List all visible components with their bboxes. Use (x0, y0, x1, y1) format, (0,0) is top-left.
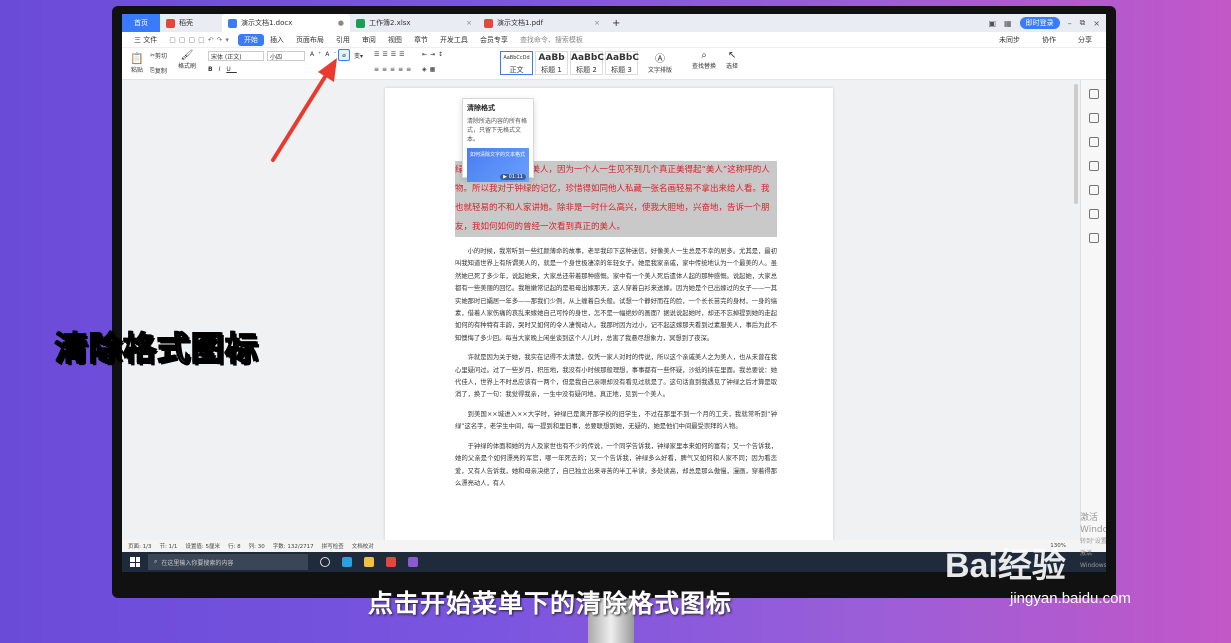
baidu-watermark: Bai经验 (945, 547, 1066, 585)
video-caption: 点击开始菜单下的清除格式图标 (368, 589, 733, 618)
overlay-title: 清除格式图标 (54, 328, 259, 369)
baidu-url: jingyan.baidu.com (1010, 590, 1131, 607)
